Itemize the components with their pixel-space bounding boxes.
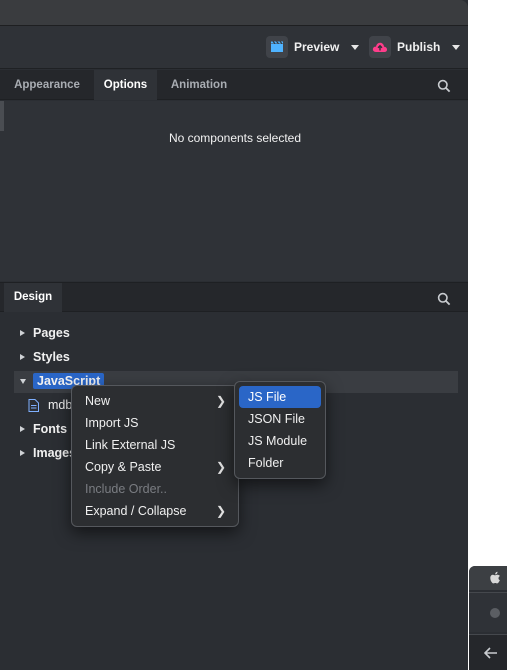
tree-item-images[interactable]: Images [14,442,76,464]
apple-icon [490,571,500,584]
tree-item-pages[interactable]: Pages [14,322,70,344]
publish-label: Publish [397,40,441,54]
publish-button[interactable]: Publish [369,35,461,59]
tree-item-label: Styles [33,350,70,364]
background-window-panel [469,592,507,632]
submenu-item-js-module[interactable]: JS Module [239,430,321,452]
submenu-item-js-file[interactable]: JS File [239,386,321,408]
search-icon[interactable] [437,79,451,93]
tab-animation[interactable]: Animation [162,70,236,100]
chevron-down-icon [351,44,360,50]
toolbar: Preview Publish [0,26,468,69]
tab-options[interactable]: Options [94,70,157,100]
background-window-edge [469,566,507,670]
design-header: Design [0,282,468,312]
tab-design[interactable]: Design [4,283,62,312]
menu-item-label: Link External JS [85,438,176,452]
chevron-right-icon: ❯ [215,394,226,408]
menu-item-copy-paste[interactable]: Copy & Paste ❯ [72,456,238,478]
empty-state-message: No components selected [168,131,302,145]
disclosure-triangle-icon[interactable] [20,450,25,456]
chevron-right-icon: ❯ [215,504,226,518]
inspector-tabs: Appearance Options Animation [0,70,468,100]
file-icon [28,398,39,412]
menu-item-expand-collapse[interactable]: Expand / Collapse ❯ [72,500,238,522]
menu-item-link-external-js[interactable]: Link External JS [72,434,238,456]
title-bar [0,0,468,26]
search-icon[interactable] [437,292,451,306]
menu-item-import-js[interactable]: Import JS [72,412,238,434]
tree-item-styles[interactable]: Styles [14,346,70,368]
tree-item-file-mdb[interactable]: mdb [28,394,72,416]
menu-item-new[interactable]: New ❯ [72,390,238,412]
options-panel: No components selected [0,101,468,281]
submenu-item-json-file[interactable]: JSON File [239,408,321,430]
submenu-item-folder[interactable]: Folder [239,452,321,474]
arrow-left-icon[interactable] [484,647,498,659]
disclosure-triangle-icon[interactable] [20,378,26,384]
background-window-titlebar [469,566,507,590]
tree-item-label: Images [33,446,77,460]
preview-button[interactable]: Preview [266,35,360,59]
chevron-down-icon [452,44,461,50]
context-menu: New ❯ Import JS Link External JS Copy & … [71,385,239,527]
menu-item-label: Copy & Paste [85,460,162,474]
menu-item-include-order: Include Order.. [72,478,238,500]
tree-item-label: Fonts [33,422,68,436]
disclosure-triangle-icon[interactable] [20,354,25,360]
menu-item-label: New [85,394,111,408]
disclosure-triangle-icon[interactable] [20,426,25,432]
tab-appearance[interactable]: Appearance [4,70,90,100]
menu-item-label: Expand / Collapse [85,504,187,518]
disclosure-triangle-icon[interactable] [20,330,25,336]
tree-item-label: mdb [48,398,73,412]
preview-label: Preview [294,40,340,54]
status-dot-icon [490,608,500,618]
menu-item-label: Import JS [85,416,139,430]
tree-item-fonts[interactable]: Fonts [14,418,67,440]
cloud-upload-icon [369,36,391,58]
clapperboard-icon [266,36,288,58]
chevron-right-icon: ❯ [215,460,226,474]
app-window: Preview Publish Appearance Options Anima… [0,0,468,670]
new-submenu: JS File JSON File JS Module Folder [234,381,326,479]
tree-item-label: Pages [33,326,70,340]
menu-item-label: Include Order.. [85,482,167,496]
scrollbar[interactable] [0,101,4,131]
background-window-footer [469,634,507,670]
